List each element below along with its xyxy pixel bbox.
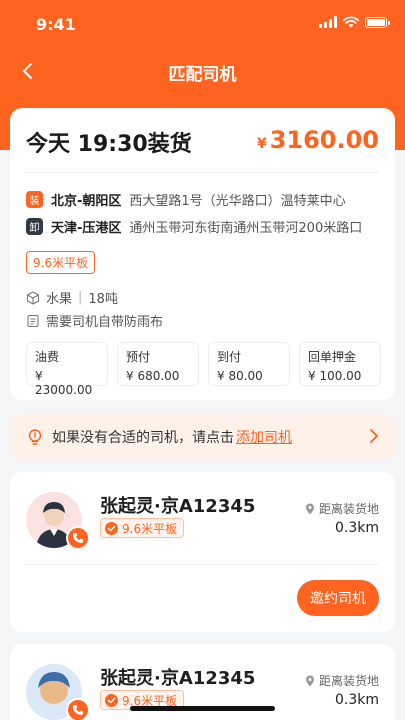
fee-grid: 油费 ¥ 23000.00 预付 ¥ 680.00 到付 ¥ 80.00 回单押… <box>26 342 381 397</box>
chevron-right-icon <box>370 429 378 443</box>
price-amount: 3160.00 <box>269 126 379 154</box>
invite-driver-button[interactable]: 邀约司机 <box>297 580 379 616</box>
wifi-icon <box>343 16 359 28</box>
fee-receipt-deposit: 回单押金 ¥ 100.00 <box>299 342 381 386</box>
fee-value: ¥ 23000.00 <box>35 369 93 397</box>
divider <box>26 564 379 565</box>
order-price: ¥ 3160.00 <box>257 126 379 154</box>
load-tag: 装 <box>26 190 43 208</box>
unload-tag: 卸 <box>26 217 43 235</box>
location-pin-icon <box>305 503 314 514</box>
page-title: 匹配司机 <box>168 65 237 85</box>
fee-value: ¥ 80.00 <box>217 369 263 383</box>
home-indicator <box>130 706 275 711</box>
fee-prepay: 预付 ¥ 680.00 <box>117 342 199 386</box>
tip-text: 如果没有合适的司机，请点击 <box>52 430 234 446</box>
status-icons <box>319 16 390 28</box>
distance-label-text: 距离装货地 <box>318 502 379 516</box>
battery-icon <box>365 16 390 28</box>
load-time: 今天 19:30装货 <box>26 132 192 157</box>
load-route: 装 北京-朝阳区 西大望路1号（光华路口）温特莱中心 <box>26 189 381 209</box>
separator: | <box>78 290 83 305</box>
fee-on-arrival: 到付 ¥ 80.00 <box>208 342 290 386</box>
distance-value: 0.3km <box>334 692 379 708</box>
distance-label: 距离装货地 <box>305 500 379 517</box>
fee-value: ¥ 100.00 <box>308 369 362 383</box>
fee-label: 预付 <box>126 350 151 364</box>
truck-type-tag: 9.6米平板 <box>26 251 96 274</box>
unload-address: 通州玉带河东街南通州玉带河200米路口 <box>129 220 363 236</box>
location-pin-icon <box>305 675 314 686</box>
verified-check-icon <box>105 693 118 707</box>
fee-label: 回单押金 <box>308 350 357 364</box>
call-driver-button[interactable] <box>66 526 90 550</box>
driver-name: 张起灵·京A12345 <box>100 668 256 689</box>
status-time: 9:41 <box>36 15 76 34</box>
distance-label-text: 距离装货地 <box>318 674 379 688</box>
fee-label: 油费 <box>35 350 60 364</box>
driver-name: 张起灵·京A12345 <box>100 496 256 517</box>
cargo-weight: 18吨 <box>88 292 118 307</box>
nav-bar: 匹配司机 <box>0 54 405 90</box>
unload-city: 天津-压港区 <box>51 220 122 236</box>
status-bar: 9:41 <box>0 0 405 48</box>
call-driver-button[interactable] <box>66 698 90 720</box>
verified-check-icon <box>105 521 118 535</box>
lightbulb-icon <box>26 428 44 446</box>
order-note: 需要司机自带防雨布 <box>26 311 163 330</box>
fee-label: 到付 <box>217 350 242 364</box>
price-currency: ¥ <box>256 136 267 152</box>
driver-truck-badge: 9.6米平板 <box>100 518 185 538</box>
phone-icon <box>73 533 83 543</box>
cellular-signal-icon <box>319 16 337 28</box>
package-icon <box>26 290 40 305</box>
fee-value: ¥ 680.00 <box>126 369 180 383</box>
cargo-info: 水果 | 18吨 <box>26 288 118 307</box>
cargo-name: 水果 <box>46 292 73 307</box>
divider <box>26 172 379 173</box>
driver-avatar-wrap <box>26 492 90 550</box>
note-icon <box>27 314 39 327</box>
driver-truck-type: 9.6米平板 <box>122 521 178 536</box>
add-driver-tip[interactable]: 如果没有合适的司机，请点击 添加司机 <box>10 414 395 460</box>
load-city: 北京-朝阳区 <box>51 193 122 209</box>
phone-icon <box>73 705 83 715</box>
order-card: 今天 19:30装货 ¥ 3160.00 装 北京-朝阳区 西大望路1号（光华路… <box>10 108 395 400</box>
fee-fuel: 油费 ¥ 23000.00 <box>26 342 108 397</box>
driver-card: 张起灵·京A12345 9.6米平板 距离装货地 0.3km 邀约司机 <box>10 472 395 632</box>
add-driver-link[interactable]: 添加司机 <box>236 427 292 447</box>
distance-label: 距离装货地 <box>305 672 379 689</box>
note-text: 需要司机自带防雨布 <box>46 315 164 330</box>
load-address: 西大望路1号（光华路口）温特莱中心 <box>129 193 346 209</box>
unload-route: 卸 天津-压港区 通州玉带河东街南通州玉带河200米路口 <box>26 216 381 236</box>
driver-avatar-wrap <box>26 664 90 720</box>
distance-value: 0.3km <box>334 520 379 536</box>
